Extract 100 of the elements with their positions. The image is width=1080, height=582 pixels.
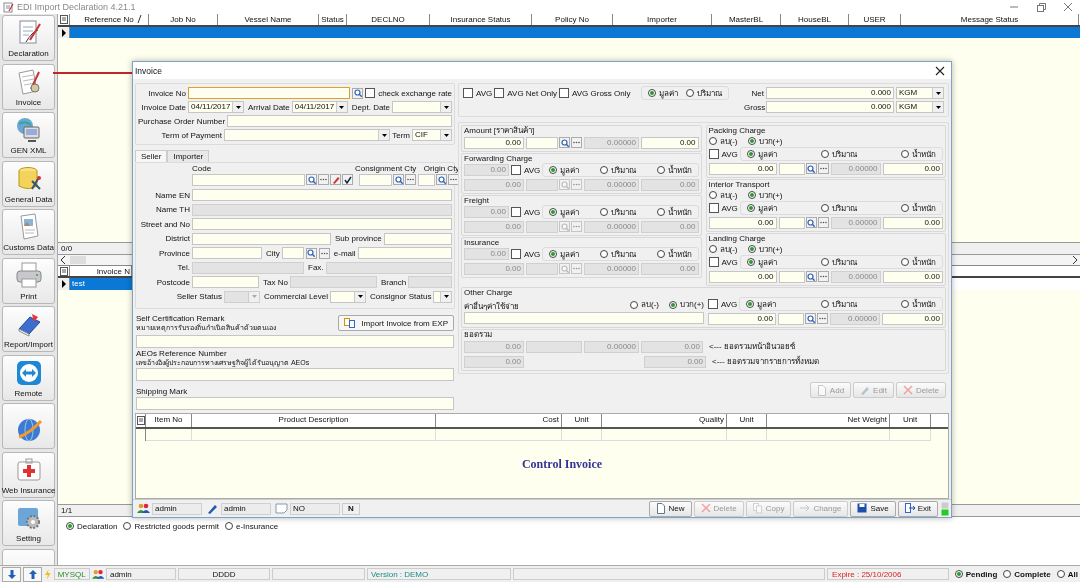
search-button[interactable] bbox=[393, 174, 405, 185]
browse-button[interactable] bbox=[571, 179, 582, 190]
sidebar-button[interactable]: Customs Data bbox=[2, 209, 55, 255]
browse-button[interactable] bbox=[817, 271, 829, 282]
table-cell[interactable]: test bbox=[70, 278, 134, 290]
text-field[interactable]: 0.00 bbox=[708, 270, 777, 283]
search-button[interactable] bbox=[306, 174, 317, 185]
table-cell[interactable] bbox=[146, 429, 192, 441]
column-header[interactable]: Job No bbox=[149, 14, 218, 25]
radio-button[interactable]: น้ำหนัก bbox=[901, 255, 936, 269]
text-field[interactable] bbox=[192, 276, 259, 289]
dropdown[interactable] bbox=[433, 290, 452, 303]
text-field[interactable] bbox=[778, 216, 805, 229]
action-button[interactable]: Exit bbox=[897, 500, 938, 517]
text-field[interactable] bbox=[281, 247, 304, 260]
table-cell[interactable] bbox=[890, 429, 931, 441]
column-header[interactable]: Policy No bbox=[532, 14, 613, 25]
column-header[interactable]: Unit bbox=[890, 414, 931, 427]
radio-button[interactable]: มูลค่า bbox=[746, 201, 777, 215]
column-header[interactable]: Unit bbox=[727, 414, 767, 427]
dropdown[interactable]: KGM bbox=[896, 87, 944, 99]
radio-button[interactable]: มูลค่า bbox=[746, 147, 777, 161]
search-button[interactable] bbox=[436, 174, 448, 185]
radio-button[interactable]: Pending bbox=[954, 569, 998, 579]
search-button[interactable] bbox=[305, 247, 317, 259]
text-field[interactable] bbox=[526, 136, 558, 149]
table-cell[interactable] bbox=[436, 429, 562, 441]
column-header[interactable]: Cost bbox=[436, 414, 562, 427]
radio-button[interactable]: ลบ(-) bbox=[708, 188, 738, 202]
radio-button[interactable]: Declaration bbox=[66, 521, 118, 531]
browse-button[interactable] bbox=[817, 313, 828, 324]
text-field[interactable]: 0.00 bbox=[708, 312, 776, 325]
dropdown[interactable]: 04/11/2017 bbox=[188, 101, 244, 113]
column-header[interactable]: Net Weight bbox=[767, 414, 890, 427]
edit-button[interactable] bbox=[330, 174, 341, 185]
radio-button[interactable]: น้ำหนัก bbox=[901, 201, 936, 215]
scroll-thumb[interactable] bbox=[70, 256, 86, 264]
dropdown[interactable]: CIF bbox=[412, 129, 452, 141]
text-field[interactable] bbox=[778, 312, 804, 325]
column-header[interactable]: Quality bbox=[602, 414, 727, 427]
sidebar-button[interactable]: GEN XML bbox=[2, 112, 55, 158]
sidebar-button[interactable]: Print bbox=[2, 257, 55, 304]
confirm-button[interactable] bbox=[342, 174, 353, 185]
dropdown[interactable]: KGM bbox=[896, 101, 944, 113]
checkbox[interactable]: AVG bbox=[708, 203, 738, 213]
sidebar-button[interactable] bbox=[2, 403, 55, 449]
column-header[interactable]: HouseBL bbox=[781, 14, 849, 25]
text-field[interactable] bbox=[383, 232, 452, 245]
column-header[interactable]: USER bbox=[849, 14, 901, 25]
search-button[interactable] bbox=[352, 87, 364, 99]
sidebar-button[interactable]: Invoice bbox=[2, 63, 55, 110]
radio-button[interactable]: ปริมาณ bbox=[820, 297, 857, 311]
import-button[interactable]: Import Invoice from EXP bbox=[338, 315, 454, 331]
column-header[interactable]: Insurance Status bbox=[430, 14, 532, 25]
text-field[interactable] bbox=[357, 247, 452, 260]
radio-button[interactable]: ปริมาณ bbox=[820, 255, 857, 269]
table-cell[interactable] bbox=[602, 429, 727, 441]
sidebar-button[interactable]: Setting bbox=[2, 500, 55, 546]
radio-button[interactable]: ลบ(-) bbox=[708, 242, 738, 256]
checkbox[interactable]: AVG Net Only bbox=[494, 88, 557, 98]
radio-button[interactable]: Complete bbox=[1003, 569, 1051, 579]
table-cell[interactable] bbox=[192, 429, 436, 441]
radio-button[interactable]: ลบ(-) bbox=[708, 134, 738, 148]
tab[interactable]: Seller bbox=[135, 150, 168, 162]
table-cell[interactable] bbox=[767, 429, 890, 441]
text-field[interactable]: 0.00 bbox=[708, 162, 777, 175]
sidebar-button[interactable]: Declaration bbox=[2, 15, 55, 61]
radio-button[interactable]: บวก(+) bbox=[669, 298, 704, 311]
text-field[interactable]: admin bbox=[152, 502, 202, 515]
column-header[interactable]: MasterBL bbox=[712, 14, 781, 25]
sidebar-button[interactable]: Remote bbox=[2, 354, 55, 401]
text-field[interactable]: NO bbox=[290, 502, 340, 515]
text-field[interactable]: 0.00 bbox=[641, 136, 699, 149]
dropdown[interactable]: 04/11/2017 bbox=[291, 101, 348, 113]
text-field[interactable] bbox=[526, 262, 558, 275]
radio-button[interactable]: น้ำหนัก bbox=[901, 147, 936, 161]
radio-button[interactable]: All bbox=[1056, 569, 1078, 579]
text-field[interactable]: 0.00 bbox=[882, 270, 943, 283]
text-field[interactable]: admin bbox=[221, 502, 271, 515]
browse-button[interactable] bbox=[405, 174, 417, 185]
text-field[interactable] bbox=[136, 397, 454, 410]
tab[interactable]: Importer bbox=[167, 150, 210, 162]
radio-button[interactable]: มูลค่า bbox=[647, 86, 678, 100]
radio-button[interactable]: มูลค่า bbox=[746, 297, 777, 311]
text-field[interactable]: 0.00 bbox=[464, 136, 524, 149]
radio-button[interactable]: Restricted goods permit bbox=[123, 521, 219, 531]
column-header[interactable]: Product Description bbox=[192, 414, 436, 427]
browse-button[interactable] bbox=[318, 174, 329, 185]
table-cell[interactable] bbox=[727, 429, 767, 441]
text-field[interactable] bbox=[192, 218, 452, 231]
sidebar-button[interactable]: Web Insurance bbox=[2, 451, 55, 498]
action-button[interactable]: Save bbox=[850, 500, 896, 517]
browse-button[interactable] bbox=[817, 163, 829, 174]
text-field[interactable] bbox=[526, 178, 558, 191]
radio-button[interactable]: บวก(+) bbox=[747, 242, 783, 256]
table-row[interactable] bbox=[58, 27, 1080, 38]
search-button[interactable] bbox=[805, 271, 817, 282]
down-button[interactable] bbox=[2, 566, 22, 582]
checkbox[interactable]: AVG bbox=[708, 257, 738, 267]
column-header[interactable]: Unit bbox=[562, 414, 602, 427]
